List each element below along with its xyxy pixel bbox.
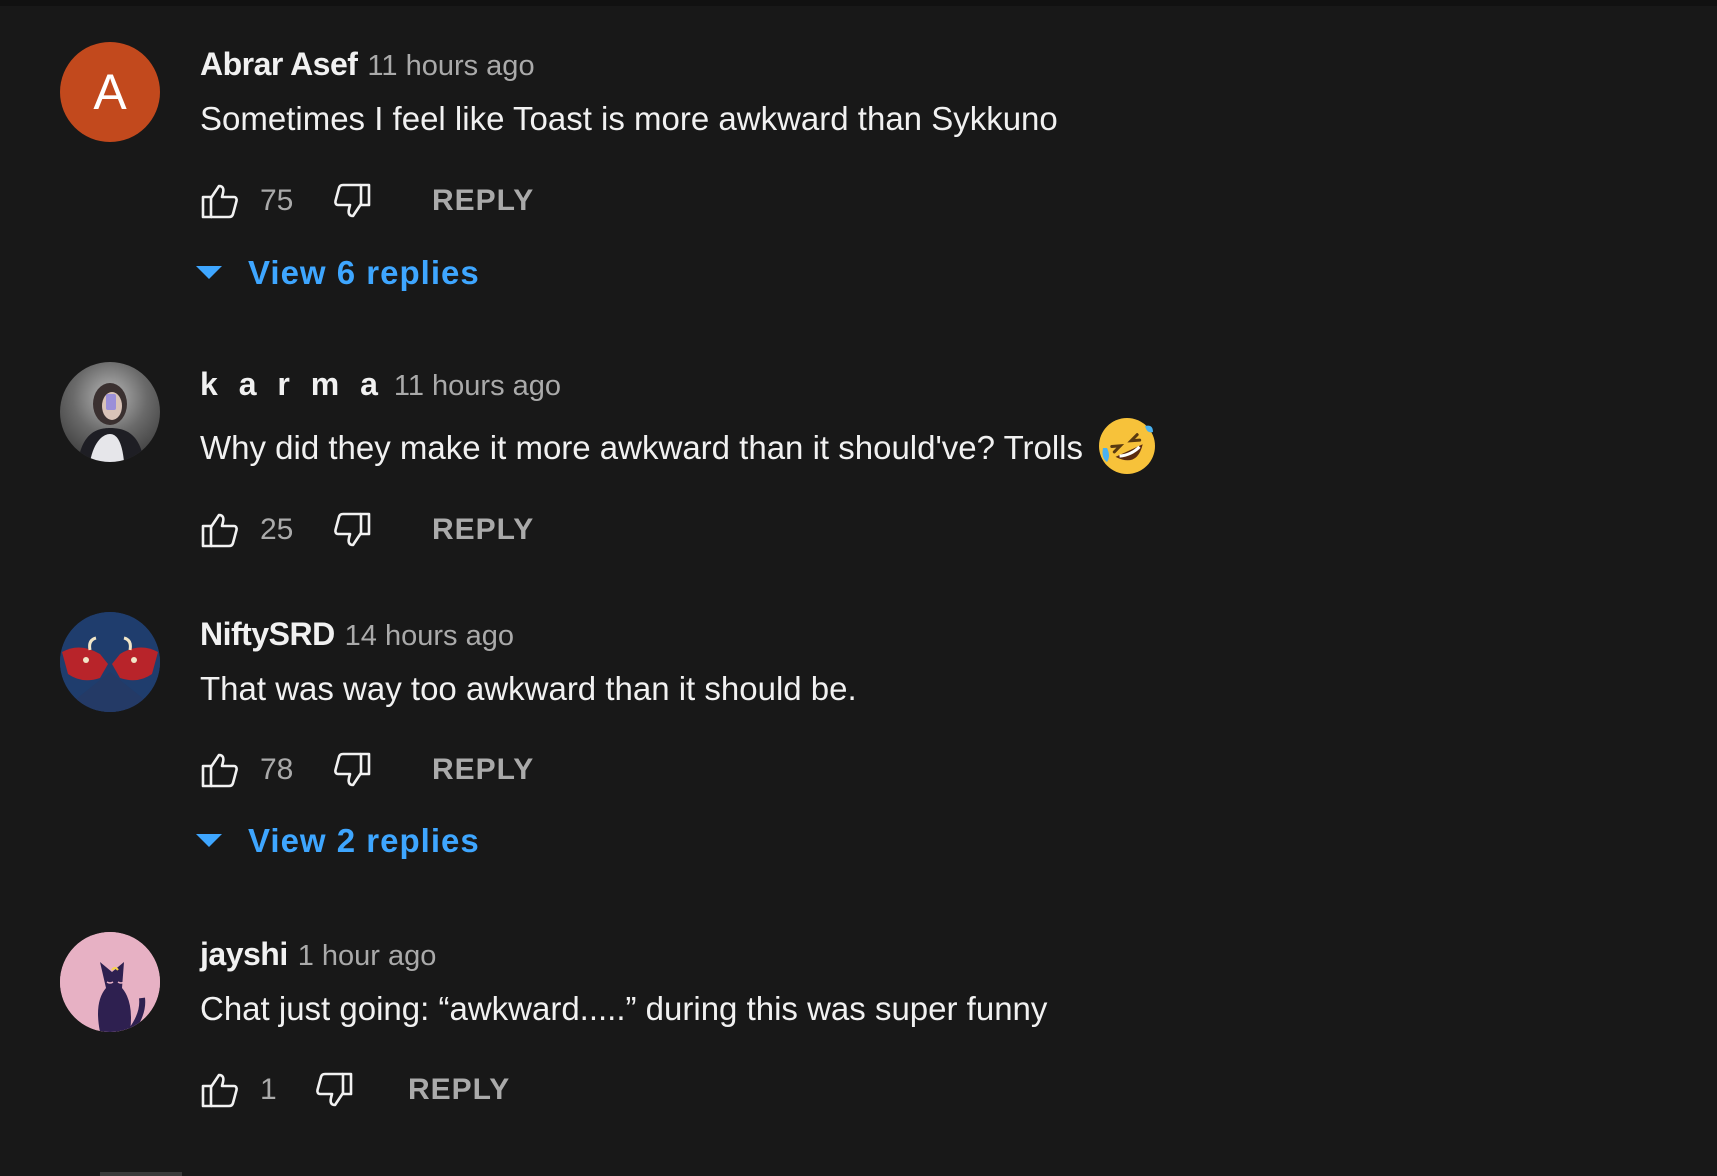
thumbs-down-icon[interactable]	[332, 181, 372, 221]
comment-header: NiftySRD 14 hours ago	[200, 616, 514, 656]
comment-text: Sometimes I feel like Toast is more awkw…	[200, 100, 1058, 138]
caret-down-icon	[196, 266, 222, 279]
timestamp[interactable]: 11 hours ago	[367, 50, 534, 83]
view-replies-button[interactable]: View 2 replies	[196, 816, 480, 866]
avatar[interactable]	[60, 362, 160, 462]
comment-text: That was way too awkward than it should …	[200, 670, 857, 708]
comment-actions: 78 REPLY	[200, 745, 534, 795]
view-replies-button[interactable]: View 6 replies	[196, 248, 480, 298]
like-count: 75	[260, 184, 294, 217]
avatar[interactable]	[60, 932, 160, 1032]
reply-button[interactable]: REPLY	[408, 1073, 510, 1107]
comment-text: Why did they make it more awkward than i…	[200, 418, 1156, 476]
thumbs-down-icon[interactable]	[314, 1070, 354, 1110]
like-count: 1	[260, 1073, 277, 1106]
avatar-letter: A	[93, 64, 127, 120]
comment-actions: 25 REPLY	[200, 505, 534, 555]
bulls-logo-icon	[60, 612, 160, 712]
comment-header: jayshi 1 hour ago	[200, 936, 436, 976]
thumbs-up-icon[interactable]	[200, 1070, 240, 1110]
author-name[interactable]: k a r m a	[200, 366, 384, 403]
comment-text: Chat just going: “awkward.....” during t…	[200, 990, 1047, 1028]
comment-actions: 75 REPLY	[200, 176, 534, 226]
thumbs-down-icon[interactable]	[332, 750, 372, 790]
thumbs-up-icon[interactable]	[200, 181, 240, 221]
view-replies-label: View 6 replies	[248, 254, 480, 291]
caret-down-icon	[196, 834, 222, 847]
author-name[interactable]: jayshi	[200, 936, 288, 973]
scroll-indicator	[100, 1172, 182, 1176]
reply-button[interactable]: REPLY	[432, 513, 534, 547]
timestamp[interactable]: 1 hour ago	[298, 940, 437, 973]
cat-avatar-icon	[60, 932, 160, 1032]
comment-header: k a r m a 11 hours ago	[200, 366, 561, 406]
reply-button[interactable]: REPLY	[432, 753, 534, 787]
author-name[interactable]: Abrar Asef	[200, 46, 358, 83]
avatar[interactable]	[60, 612, 160, 712]
comment-body: Why did they make it more awkward than i…	[200, 429, 1084, 466]
author-name[interactable]: NiftySRD	[200, 616, 335, 653]
comment-body: That was way too awkward than it should …	[200, 670, 857, 707]
thumbs-up-icon[interactable]	[200, 510, 240, 550]
timestamp[interactable]: 14 hours ago	[345, 620, 514, 653]
top-divider	[0, 0, 1717, 6]
avatar-photo-icon	[78, 383, 144, 462]
like-count: 78	[260, 753, 294, 786]
comment-actions: 1 REPLY	[200, 1065, 510, 1115]
thumbs-up-icon[interactable]	[200, 750, 240, 790]
timestamp[interactable]: 11 hours ago	[394, 370, 561, 403]
laughing-emoji-icon	[1099, 418, 1156, 474]
thumbs-down-icon[interactable]	[332, 510, 372, 550]
view-replies-label: View 2 replies	[248, 822, 480, 859]
comment-body: Sometimes I feel like Toast is more awkw…	[200, 100, 1058, 137]
reply-button[interactable]: REPLY	[432, 184, 534, 218]
comment-body: Chat just going: “awkward.....” during t…	[200, 990, 1048, 1027]
comment-header: Abrar Asef 11 hours ago	[200, 46, 535, 86]
like-count: 25	[260, 513, 294, 546]
avatar[interactable]: A	[60, 42, 160, 142]
